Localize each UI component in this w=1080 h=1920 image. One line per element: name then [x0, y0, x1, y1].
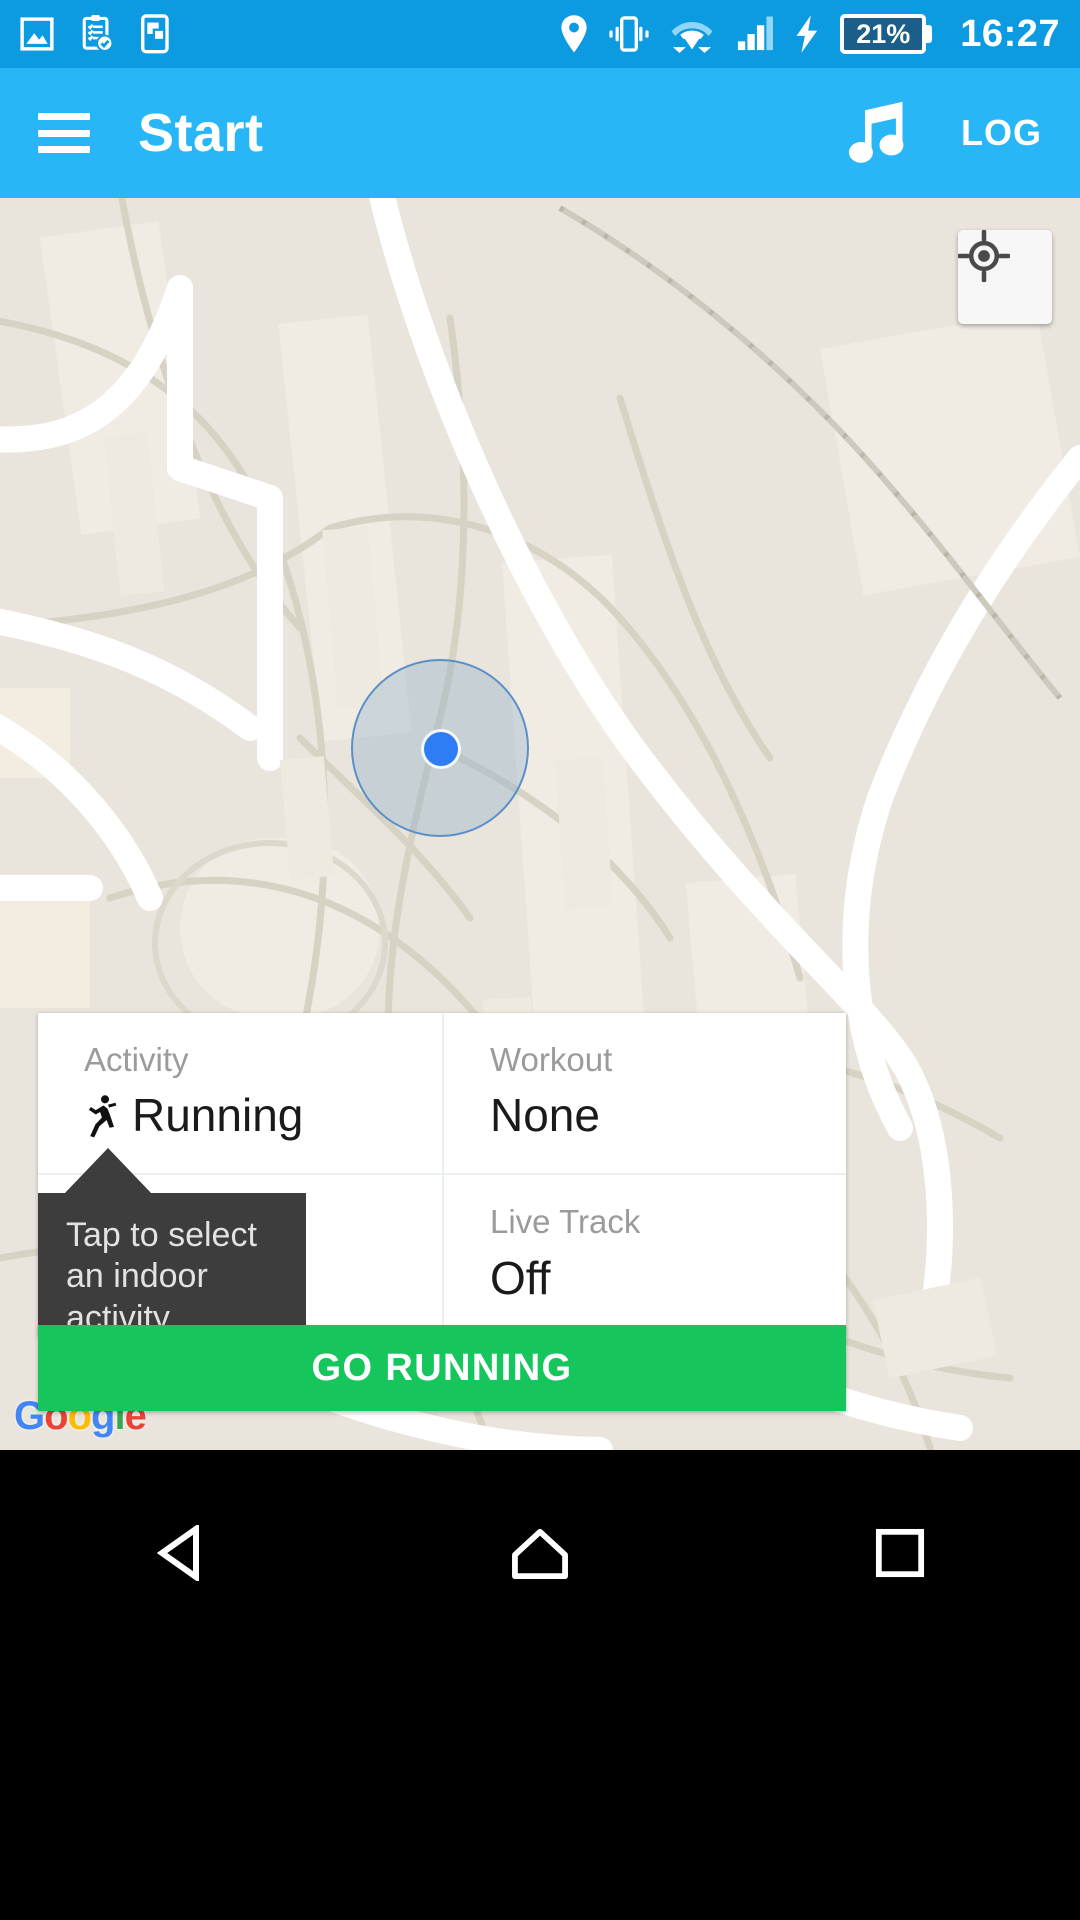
charging-bolt-icon	[796, 15, 818, 53]
status-bar-right-icons: 21% 16:27	[560, 14, 1060, 54]
live-track-label: Live Track	[490, 1203, 641, 1241]
page-title: Start	[138, 103, 264, 163]
workout-label: Workout	[490, 1041, 613, 1078]
live-track-value: Off	[490, 1251, 551, 1304]
my-location-button[interactable]	[958, 230, 1052, 324]
tooltip-arrow	[64, 1148, 152, 1194]
blue-location-dot	[424, 732, 458, 766]
crosshair-icon	[958, 230, 1010, 282]
card-row: Activity Running Workout None	[38, 1013, 846, 1174]
music-note-icon[interactable]	[847, 102, 905, 164]
signal-icon	[738, 16, 774, 51]
app-bar: Start LOG	[0, 68, 1080, 198]
hamburger-menu-icon[interactable]	[38, 113, 90, 153]
battery-indicator: 21%	[840, 14, 933, 54]
clipboard-check-icon	[82, 15, 114, 52]
nav-back-button[interactable]	[90, 1498, 270, 1608]
wifi-icon	[671, 22, 713, 53]
running-person-icon	[88, 1095, 117, 1138]
go-running-button[interactable]: GO RUNNING	[38, 1325, 846, 1411]
nav-home-button[interactable]	[450, 1498, 630, 1608]
home-icon	[512, 1528, 568, 1580]
screenshot-icon	[20, 17, 54, 51]
status-bar: 21% 16:27	[0, 0, 1080, 68]
android-navigation-bar	[0, 1450, 1080, 1920]
activity-value: Running	[132, 1089, 304, 1142]
log-button[interactable]: LOG	[961, 112, 1042, 154]
activity-value-wrap: Running	[84, 1088, 442, 1143]
workout-cell[interactable]: Workout None	[442, 1013, 846, 1174]
battery-percent-label: 21%	[856, 18, 911, 49]
app-bar-actions: LOG	[847, 102, 1042, 164]
multiwindow-icon	[140, 14, 169, 54]
location-icon	[561, 15, 587, 53]
nav-recents-button[interactable]	[810, 1498, 990, 1608]
workout-value: None	[490, 1089, 600, 1142]
status-bar-left-icons	[20, 14, 170, 54]
back-triangle-icon	[156, 1525, 199, 1581]
recents-square-icon	[875, 1528, 925, 1578]
vibrate-icon	[609, 16, 649, 52]
clock-label: 16:27	[960, 13, 1060, 55]
activity-label: Activity	[84, 1041, 189, 1078]
live-track-cell[interactable]: Live Track Off	[442, 1175, 846, 1336]
phone-screen: 21% 16:27 Start LOG Google Activity Runn…	[0, 0, 1080, 1920]
